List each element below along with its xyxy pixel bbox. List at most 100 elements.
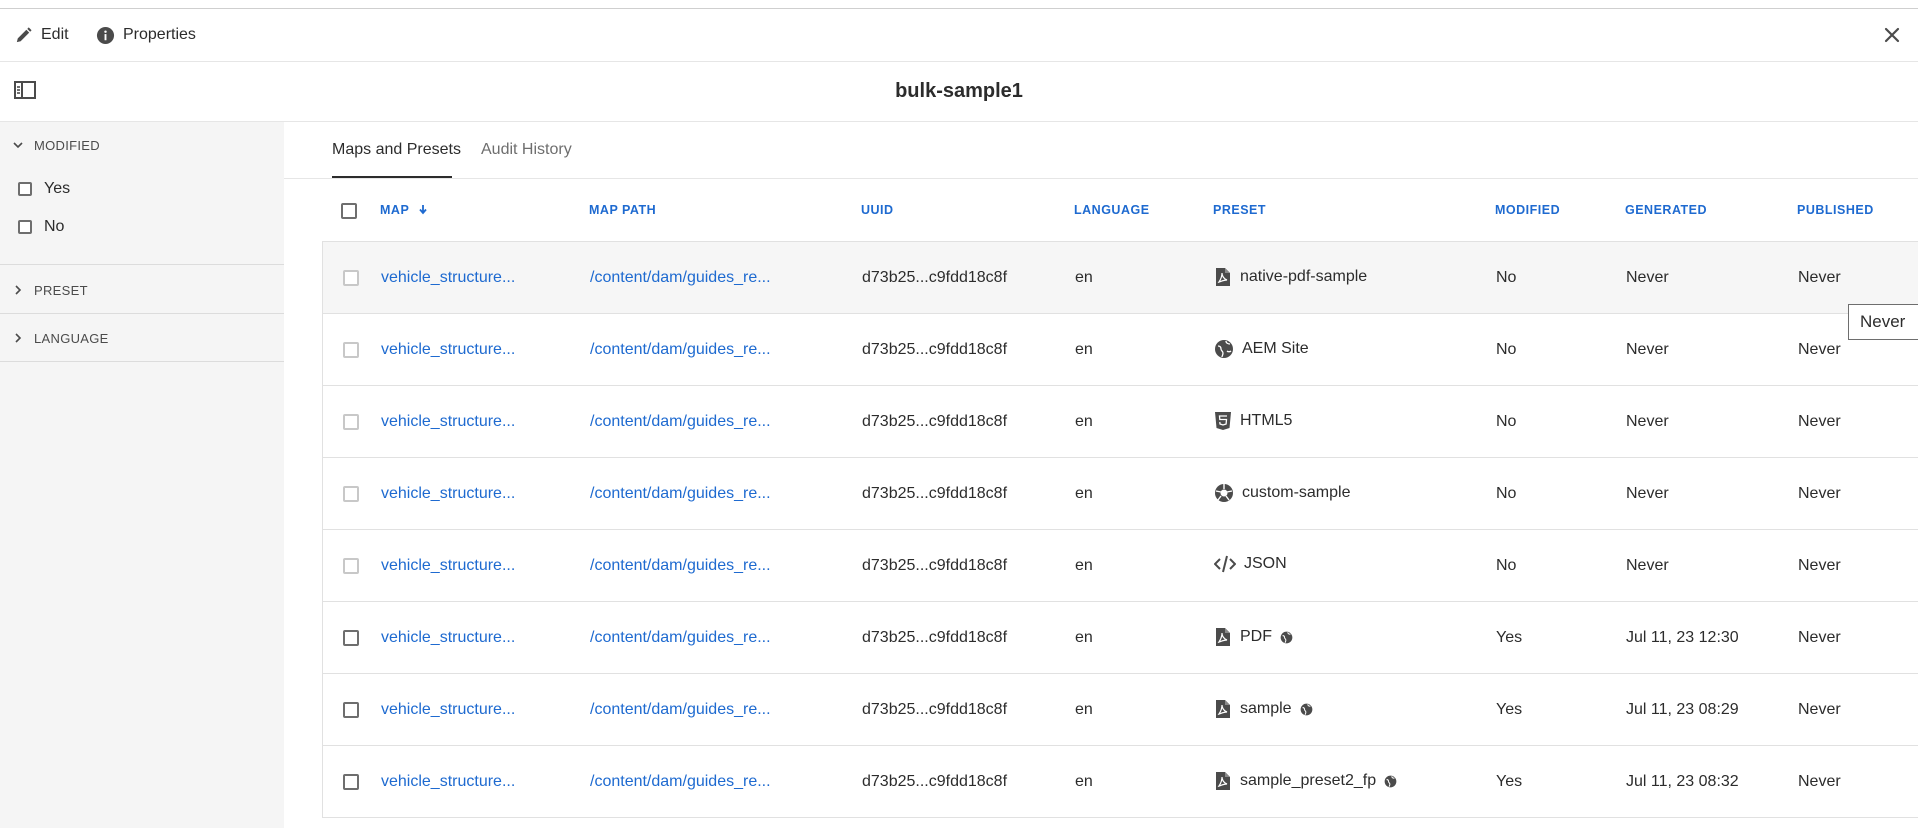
uuid-cell: d73b25...c9fdd18c8f — [862, 269, 1008, 286]
generated-cell: Jul 11, 23 08:32 — [1626, 773, 1739, 790]
map-link[interactable]: vehicle_structure... — [381, 701, 515, 719]
row-checkbox[interactable] — [343, 270, 359, 286]
row-checkbox[interactable] — [343, 774, 359, 790]
map-path-link[interactable]: /content/dam/guides_re... — [590, 773, 771, 791]
published-cell: Never — [1798, 485, 1841, 502]
preset-cell: sample_preset2_fp — [1214, 771, 1397, 791]
facet-preset-toggle[interactable]: PRESET — [12, 278, 88, 302]
table-row[interactable]: vehicle_structure... /content/dam/guides_… — [322, 386, 1918, 458]
table-row[interactable]: vehicle_structure... /content/dam/guides_… — [322, 530, 1918, 602]
column-header-uuid[interactable]: UUID — [861, 203, 894, 217]
edit-label: Edit — [41, 26, 69, 43]
row-checkbox[interactable] — [343, 630, 359, 646]
column-header-map-path[interactable]: MAP PATH — [589, 203, 656, 217]
map-link[interactable]: vehicle_structure... — [381, 485, 515, 503]
column-header-modified[interactable]: MODIFIED — [1495, 203, 1560, 217]
column-header-preset[interactable]: PRESET — [1213, 203, 1266, 217]
modified-cell: Yes — [1496, 701, 1523, 718]
pdf-icon — [1214, 699, 1232, 719]
table-row[interactable]: vehicle_structure... /content/dam/guides_… — [322, 602, 1918, 674]
row-checkbox[interactable] — [343, 342, 359, 358]
column-header-published[interactable]: PUBLISHED — [1797, 203, 1874, 217]
map-link[interactable]: vehicle_structure... — [381, 773, 515, 791]
facet-preset-label: PRESET — [34, 282, 88, 298]
published-cell: Never — [1798, 557, 1841, 574]
preset-label: sample — [1240, 700, 1292, 717]
divider — [0, 264, 284, 265]
facet-option-no[interactable]: No — [18, 216, 64, 238]
tab-audit-history[interactable]: Audit History — [481, 141, 572, 159]
preset-cell: custom-sample — [1214, 483, 1350, 503]
column-header-generated[interactable]: GENERATED — [1625, 203, 1707, 217]
map-link[interactable]: vehicle_structure... — [381, 413, 515, 431]
published-cell: Never — [1798, 701, 1841, 718]
tooltip: Never — [1848, 304, 1918, 340]
facet-language-toggle[interactable]: LANGUAGE — [12, 326, 109, 350]
language-cell: en — [1075, 341, 1093, 358]
preset-cell: JSON — [1214, 555, 1287, 573]
edit-button[interactable]: Edit — [14, 23, 69, 47]
language-cell: en — [1075, 269, 1093, 286]
generated-cell: Never — [1626, 269, 1669, 286]
row-checkbox[interactable] — [343, 702, 359, 718]
select-all-checkbox[interactable] — [341, 203, 357, 219]
column-header-map[interactable]: MAP — [380, 203, 428, 217]
map-path-link[interactable]: /content/dam/guides_re... — [590, 413, 771, 431]
map-path-link[interactable]: /content/dam/guides_re... — [590, 269, 771, 287]
facet-modified-toggle[interactable]: MODIFIED — [12, 133, 100, 157]
published-globe-icon — [1300, 703, 1312, 715]
table-row[interactable]: vehicle_structure... /content/dam/guides_… — [322, 458, 1918, 530]
published-globe-icon — [1280, 631, 1293, 643]
table-header: MAP MAP PATH UUID LANGUAGE PRESET MODIFI… — [322, 179, 1918, 242]
preset-label: sample_preset2_fp — [1240, 772, 1377, 789]
facet-option-yes[interactable]: Yes — [18, 178, 70, 200]
row-checkbox[interactable] — [343, 558, 359, 574]
modified-cell: No — [1496, 485, 1517, 502]
map-link[interactable]: vehicle_structure... — [381, 341, 515, 359]
map-link[interactable]: vehicle_structure... — [381, 269, 515, 287]
preset-cell: sample — [1214, 699, 1313, 719]
table-row[interactable]: vehicle_structure... /content/dam/guides_… — [322, 242, 1918, 314]
map-path-link[interactable]: /content/dam/guides_re... — [590, 629, 771, 647]
preset-label: JSON — [1244, 555, 1287, 572]
column-header-language[interactable]: LANGUAGE — [1074, 203, 1150, 217]
map-path-link[interactable]: /content/dam/guides_re... — [590, 341, 771, 359]
map-link[interactable]: vehicle_structure... — [381, 629, 515, 647]
language-cell: en — [1075, 485, 1093, 502]
preset-label: HTML5 — [1240, 412, 1293, 429]
uuid-cell: d73b25...c9fdd18c8f — [862, 701, 1008, 718]
uuid-cell: d73b25...c9fdd18c8f — [862, 341, 1008, 358]
modified-cell: No — [1496, 341, 1517, 358]
tab-maps-and-presets[interactable]: Maps and Presets — [332, 141, 461, 159]
row-checkbox[interactable] — [343, 414, 359, 430]
preset-label: AEM Site — [1242, 340, 1309, 357]
chevron-down-icon — [13, 142, 23, 149]
close-button[interactable] — [1880, 23, 1904, 47]
divider — [0, 313, 284, 314]
published-cell: Never — [1798, 413, 1841, 430]
globe-icon — [1214, 339, 1234, 359]
table-row[interactable]: vehicle_structure... /content/dam/guides_… — [322, 674, 1918, 746]
modified-cell: Yes — [1496, 773, 1523, 790]
uuid-cell: d73b25...c9fdd18c8f — [862, 773, 1008, 790]
table-row[interactable]: vehicle_structure... /content/dam/guides_… — [322, 746, 1918, 818]
map-path-link[interactable]: /content/dam/guides_re... — [590, 701, 771, 719]
sort-descending-icon — [419, 205, 427, 215]
pdf-icon — [1214, 771, 1232, 791]
map-link[interactable]: vehicle_structure... — [381, 557, 515, 575]
language-cell: en — [1075, 701, 1093, 718]
map-path-link[interactable]: /content/dam/guides_re... — [590, 485, 771, 503]
page-header: bulk-sample1 — [0, 62, 1918, 122]
uuid-cell: d73b25...c9fdd18c8f — [862, 413, 1008, 430]
row-checkbox[interactable] — [343, 486, 359, 502]
divider — [0, 361, 284, 362]
checkbox[interactable] — [18, 182, 32, 196]
checkbox[interactable] — [18, 220, 32, 234]
table-row[interactable]: vehicle_structure... /content/dam/guides_… — [322, 314, 1918, 386]
modified-cell: Yes — [1496, 629, 1523, 646]
uuid-cell: d73b25...c9fdd18c8f — [862, 557, 1008, 574]
preset-label: native-pdf-sample — [1240, 268, 1368, 285]
properties-button[interactable]: Properties — [96, 23, 196, 47]
chevron-right-icon — [15, 285, 22, 295]
map-path-link[interactable]: /content/dam/guides_re... — [590, 557, 771, 575]
